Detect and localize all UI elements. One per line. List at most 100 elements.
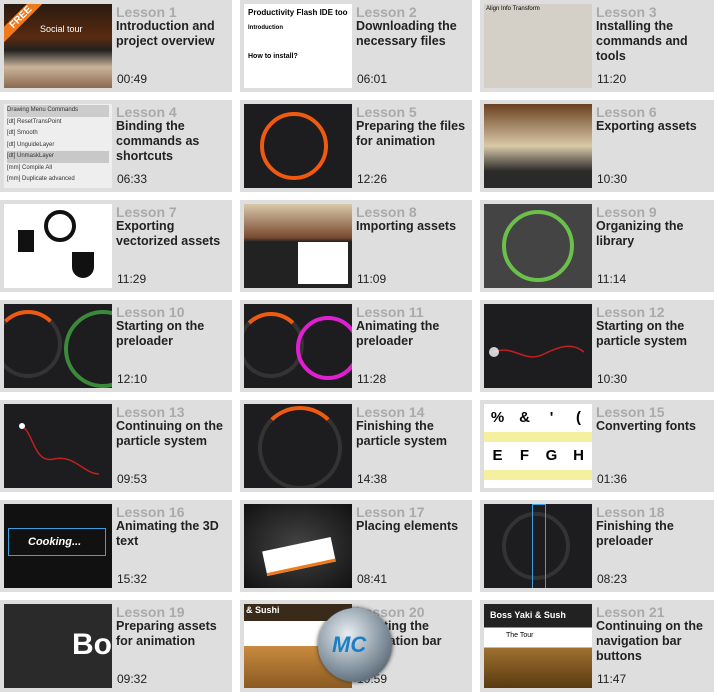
lesson-card[interactable]: Lesson 17 Placing elements 08:41 xyxy=(240,500,472,592)
thumbnail-image[interactable]: Cooking... xyxy=(4,504,112,588)
lesson-number: Lesson 17 xyxy=(356,504,425,520)
lesson-duration: 11:14 xyxy=(597,272,627,286)
lesson-duration: 08:41 xyxy=(357,572,388,586)
lesson-title[interactable]: Binding the commands as shortcuts xyxy=(116,119,230,164)
lesson-card[interactable]: Cooking... Lesson 16 Animating the 3D te… xyxy=(0,500,232,592)
lesson-number: Lesson 10 xyxy=(116,304,185,320)
lesson-card[interactable]: Lesson 11 Animating the preloader 11:28 xyxy=(240,300,472,392)
glyph: H xyxy=(573,447,584,464)
lesson-card[interactable]: Lesson 13 Continuing on the particle sys… xyxy=(0,400,232,492)
lesson-number: Lesson 9 xyxy=(596,204,657,220)
lesson-duration: 09:53 xyxy=(117,472,148,486)
lesson-number: Lesson 13 xyxy=(116,404,185,420)
thumbnail-image[interactable] xyxy=(244,304,352,388)
lesson-duration: 11:47 xyxy=(597,672,627,686)
thumb-text: How to install? xyxy=(248,53,298,60)
lesson-card[interactable]: Lesson 9 Organizing the library 11:14 xyxy=(480,200,714,292)
lesson-duration: 11:28 xyxy=(357,372,387,386)
lesson-title[interactable]: Continuing on the particle system xyxy=(116,419,230,449)
lesson-duration: 11:29 xyxy=(117,272,147,286)
lesson-title[interactable]: Animating the preloader xyxy=(356,319,470,349)
thumbnail-image[interactable] xyxy=(244,104,352,188)
lesson-title[interactable]: Installing the commands and tools xyxy=(596,19,710,64)
lesson-card[interactable]: Productivity Flash IDE too Introduction Ho… xyxy=(240,0,472,92)
lesson-title[interactable]: Starting on the particle system xyxy=(596,319,710,349)
lesson-title[interactable]: Downloading the necessary files xyxy=(356,19,470,49)
lesson-grid: FREE Social tour Lesson 1 Introduction an… xyxy=(0,0,714,692)
lesson-title[interactable]: Exporting vectorized assets xyxy=(116,219,230,249)
lesson-title[interactable]: Organizing the library xyxy=(596,219,710,249)
lesson-card[interactable]: Align Info Transform Lesson 3 Installing… xyxy=(480,0,714,92)
lesson-card[interactable]: FREE Social tour Lesson 1 Introduction an… xyxy=(0,0,232,92)
lesson-card[interactable]: Lesson 14 Finishing the particle system … xyxy=(240,400,472,492)
thumb-text: [dt] Smooth xyxy=(7,130,38,136)
lesson-card[interactable]: Lesson 5 Preparing the files for animati… xyxy=(240,100,472,192)
lesson-number: Lesson 5 xyxy=(356,104,417,120)
lesson-card[interactable]: Lesson 8 Importing assets 11:09 xyxy=(240,200,472,292)
thumbnail-image[interactable] xyxy=(244,504,352,588)
lesson-card[interactable]: Boss Yaki & Sush The Tour Lesson 21 Conti… xyxy=(480,600,714,692)
lesson-card[interactable]: Lesson 18 Finishing the preloader 08:23 xyxy=(480,500,714,592)
thumb-text: The Tour xyxy=(506,632,534,639)
thumbnail-image[interactable] xyxy=(244,404,352,488)
lesson-card[interactable]: Lesson 12 Starting on the particle syste… xyxy=(480,300,714,392)
lesson-number: Lesson 7 xyxy=(116,204,177,220)
lesson-card[interactable]: Drawing Menu Commands [dt] ResetTransPoin… xyxy=(0,100,232,192)
thumb-text: [mm] Compile All xyxy=(7,164,53,171)
thumbnail-image[interactable] xyxy=(484,204,592,288)
thumbnail-image[interactable]: Boss Yaki & Sush The Tour xyxy=(484,604,592,688)
glyph: % xyxy=(490,409,505,426)
glyph: ( xyxy=(576,409,581,426)
thumbnail-image[interactable]: FREE Social tour xyxy=(4,4,112,88)
lesson-number: Lesson 1 xyxy=(116,4,177,20)
lesson-number: Lesson 3 xyxy=(596,4,657,20)
lesson-duration: 10:30 xyxy=(597,172,628,186)
lesson-title[interactable]: Finishing the particle system xyxy=(356,419,470,449)
lesson-number: Lesson 8 xyxy=(356,204,417,220)
thumbnail-image[interactable] xyxy=(484,504,592,588)
lesson-card[interactable]: Bo Lesson 19 Preparing assets for animat… xyxy=(0,600,232,692)
glyph: F xyxy=(519,447,530,464)
lesson-number: Lesson 18 xyxy=(596,504,665,520)
thumb-text: Cooking... xyxy=(28,536,82,548)
lesson-title[interactable]: Finishing the preloader xyxy=(596,519,710,549)
lesson-duration: 06:01 xyxy=(357,72,388,86)
lesson-card[interactable]: % & ' (E F G H Lesson 15 Converting fonts 01:3… xyxy=(480,400,714,492)
lesson-title[interactable]: Starting on the preloader xyxy=(116,319,230,349)
lesson-card[interactable]: Lesson 6 Exporting assets 10:30 xyxy=(480,100,714,192)
glyph: E xyxy=(492,447,503,464)
lesson-title[interactable]: Exporting assets xyxy=(596,119,710,134)
thumbnail-image[interactable]: Drawing Menu Commands [dt] ResetTransPoin… xyxy=(4,104,112,188)
lesson-title[interactable]: Importing assets xyxy=(356,219,470,234)
lesson-duration: 01:36 xyxy=(597,472,628,486)
lesson-title[interactable]: Converting fonts xyxy=(596,419,710,434)
lesson-number: Lesson 6 xyxy=(596,104,657,120)
lesson-number: Lesson 16 xyxy=(116,504,185,520)
lesson-card[interactable]: Lesson 10 Starting on the preloader 12:1… xyxy=(0,300,232,392)
lesson-number: Lesson 11 xyxy=(356,304,424,320)
thumbnail-image[interactable] xyxy=(4,404,112,488)
lesson-number: Lesson 15 xyxy=(596,404,665,420)
thumbnail-image[interactable] xyxy=(484,104,592,188)
lesson-title[interactable]: Introduction and project overview xyxy=(116,19,230,49)
thumbnail-image[interactable] xyxy=(484,304,592,388)
thumbnail-image[interactable] xyxy=(244,204,352,288)
lesson-title[interactable]: Animating the 3D text xyxy=(116,519,230,549)
glyph: ' xyxy=(549,409,554,426)
thumbnail-image[interactable]: Align Info Transform xyxy=(484,4,592,88)
thumb-text: & Sushi xyxy=(246,605,280,615)
lesson-title[interactable]: Preparing the files for animation xyxy=(356,119,470,149)
lesson-title[interactable]: Continuing on the navigation bar buttons xyxy=(596,619,710,664)
thumbnail-image[interactable] xyxy=(4,204,112,288)
thumb-text: [dt] ResetTransPoint xyxy=(7,118,62,125)
lesson-title[interactable]: Preparing assets for animation xyxy=(116,619,230,649)
thumbnail-image[interactable]: % & ' (E F G H xyxy=(484,404,592,488)
thumbnail-image[interactable] xyxy=(4,304,112,388)
lesson-title[interactable]: Placing elements xyxy=(356,519,470,534)
thumb-text: Introduction xyxy=(248,25,283,31)
lesson-card[interactable]: Lesson 7 Exporting vectorized assets 11:… xyxy=(0,200,232,292)
thumbnail-image[interactable]: Productivity Flash IDE too Introduction Ho… xyxy=(244,4,352,88)
lesson-duration: 11:20 xyxy=(597,72,627,86)
lesson-number: Lesson 21 xyxy=(596,604,665,620)
thumbnail-image[interactable]: Bo xyxy=(4,604,112,688)
